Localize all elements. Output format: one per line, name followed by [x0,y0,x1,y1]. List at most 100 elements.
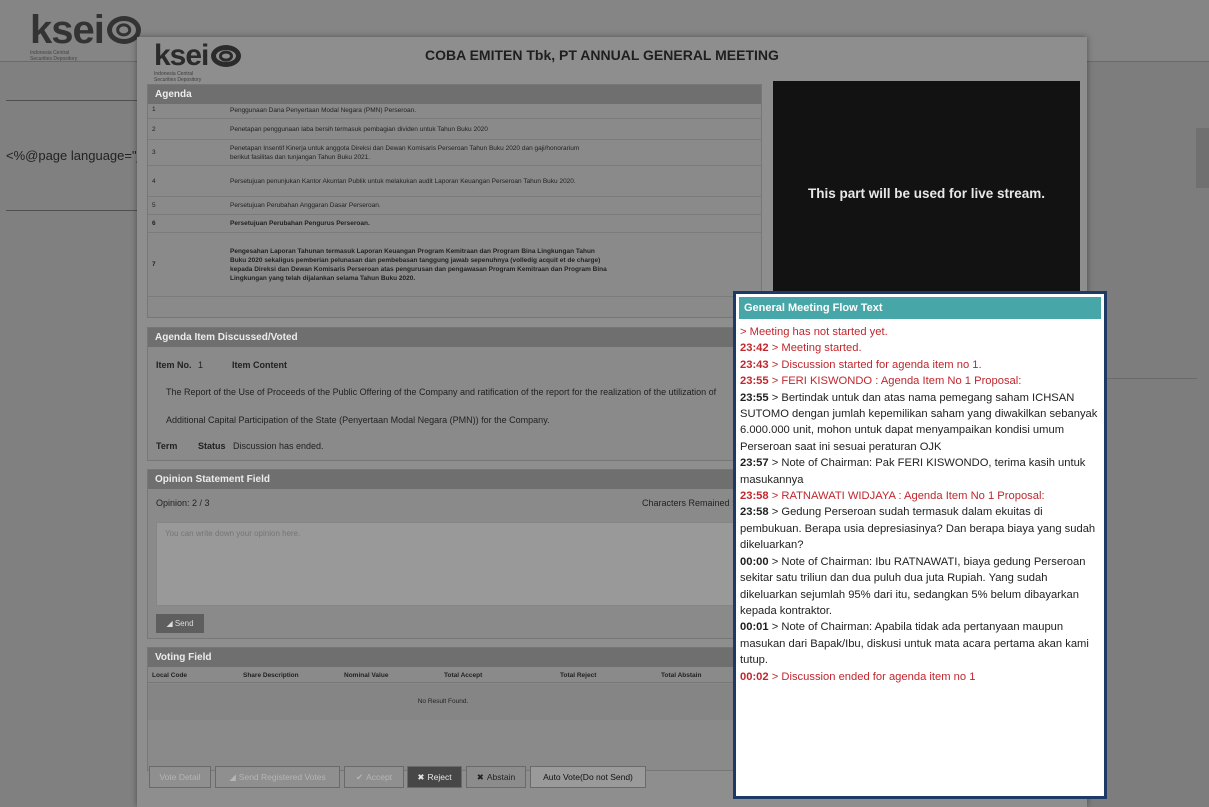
agenda-panel[interactable]: Agenda 1 Penggunaan Dana Penyertaan Moda… [147,84,762,318]
check-icon: ✔ [355,771,364,782]
send-icon: ◢ [229,771,236,782]
send-icon: ◢ [166,619,173,628]
column-header: Share Description [243,672,299,679]
flow-message: > Gedung Perseroan sudah termasuk dalam … [740,506,1096,552]
item-content-line-1: The Report of the Use of Proceeds of the… [166,387,717,397]
flow-timestamp: 00:01 [740,621,769,634]
term-label: Term [156,441,178,451]
agenda-row: 2 Penetapan penggunaan laba bersih terma… [148,119,761,140]
column-header: Local Code [152,672,188,679]
reject-label: Reject [427,772,452,782]
column-header: Total Reject [560,672,597,679]
live-stream-text: This part will be used for live stream. [807,186,1046,201]
agenda-number: 3 [152,149,156,156]
agenda-row: 4 Persetujuan penunjukan Kantor Akuntan … [148,166,761,197]
flow-timestamp: 23:55 [740,375,769,388]
column-header: Total Accept [444,672,483,679]
agenda-number: 5 [152,202,156,209]
item-no-value: 1 [198,360,204,370]
agenda-text: Persetujuan Perubahan Pengurus Perseroan… [230,220,370,227]
agenda-number: 7 [152,261,156,268]
background-divider [6,100,137,101]
flow-timestamp: 23:57 [740,457,769,470]
accept-button[interactable]: ✔ Accept [344,766,404,788]
auto-vote-label: Auto Vote(Do not Send) [543,772,633,782]
modal-logo-subtitle-2: Securities Depository [154,77,202,83]
background-code-text: <%@page language="ja [6,148,137,163]
agenda-number: 1 [152,105,156,113]
background-divider [6,210,137,211]
flow-timestamp: 23:58 [740,506,769,519]
flow-message: > FERI KISWONDO : Agenda Item No 1 Propo… [768,375,1022,388]
column-header: Nominal Value [344,672,389,679]
flow-line: 23:58 > RATNAWATI WIDJAYA : Agenda Item … [740,488,1100,504]
agenda-row: 5 Persetujuan Perubahan Anggaran Dasar P… [148,197,761,215]
item-content-label: Item Content [232,360,287,370]
flow-line: 23:55 > Bertindak untuk dan atas nama pe… [740,390,1100,456]
flow-line: 23:55 > FERI KISWONDO : Agenda Item No 1… [740,373,1100,389]
agenda-text: Pengesahan Laporan Tahunan termasuk Lapo… [230,247,607,282]
abstain-button[interactable]: ✖ Abstain [466,766,526,788]
flow-message: > Bertindak untuk dan atas nama pemegang… [740,391,1098,453]
send-label: Send [174,619,194,628]
flow-message: > Meeting started. [768,342,862,355]
opinion-input[interactable] [156,522,746,606]
background-logo: ksei Indonesia Central Securities Deposi… [30,10,141,62]
agenda-text: Penggunaan Dana Penyertaan Modal Negara … [230,107,417,114]
characters-remaining: Characters Remained : [642,498,735,508]
page-title: COBA EMITEN Tbk, PT ANNUAL GENERAL MEETI… [425,47,779,63]
flow-message: > Meeting has not started yet. [740,326,888,338]
flow-line: 00:00 > Note of Chairman: Ibu RATNAWATI,… [740,554,1100,620]
flow-timestamp: 23:43 [740,358,769,371]
flow-timestamp: 00:00 [740,555,769,568]
flow-header: General Meeting Flow Text [739,297,1101,319]
agenda-text: Persetujuan penunjukan Kantor Akuntan Pu… [230,177,576,185]
flow-message: > RATNAWATI WIDJAYA : Agenda Item No 1 P… [768,490,1045,503]
close-icon: ✖ [476,771,484,782]
agenda-number: 6 [152,220,156,227]
flow-text-list: > Meeting has not started yet. 23:42 > M… [736,322,1104,685]
flow-message: > Discussion started for agenda item no … [768,358,982,371]
background-scrollbar [1196,128,1209,188]
flow-message: > Discussion ended for agenda item no 1 [768,670,976,683]
flow-message: > Note of Chairman: Ibu RATNAWATI, biaya… [740,555,1086,617]
agenda-row: 3 Penetapan Insentif Kinerja untuk anggo… [148,140,761,166]
flow-line: 00:02 > Discussion ended for agenda item… [740,669,1100,685]
agenda-row: 7 Pengesahan Laporan Tahunan termasuk La… [148,233,761,297]
status-value: Discussion has ended. [233,441,324,451]
meeting-flow-panel[interactable]: General Meeting Flow Text > Meeting has … [733,291,1107,799]
status-label: Status [198,441,226,451]
flow-message: > Note of Chairman: Pak FERI KISWONDO, t… [740,457,1086,486]
agenda-text: Persetujuan Perubahan Anggaran Dasar Per… [230,202,381,209]
flow-line: > Meeting has not started yet. [740,324,1100,340]
flow-line: 23:43 > Discussion started for agenda it… [740,357,1100,373]
abstain-label: Abstain [486,772,516,782]
item-content-line-2: Additional Capital Participation of the … [166,415,550,425]
vote-detail-label: Vote Detail [159,772,201,782]
vote-detail-button[interactable]: Vote Detail [149,766,211,788]
flow-timestamp: 00:02 [740,670,769,683]
background-logo-text: ksei [30,8,105,52]
close-icon: ✖ [417,771,425,782]
send-registered-votes-button[interactable]: ◢ Send Registered Votes [215,766,340,788]
flow-line: 00:01 > Note of Chairman: Apabila tidak … [740,619,1100,668]
auto-vote-button[interactable]: Auto Vote(Do not Send) [530,766,646,788]
flow-line: 23:42 > Meeting started. [740,340,1100,356]
agenda-number: 4 [152,177,156,185]
send-opinion-button[interactable]: ◢ Send [156,614,204,633]
flow-timestamp: 23:58 [740,490,769,503]
modal-logo-text: ksei [154,39,209,72]
opinion-count: Opinion: 2 / 3 [156,498,210,508]
background-sidebar [0,62,137,807]
ksei-logo-icon [106,16,141,44]
live-stream-area[interactable]: This part will be used for live stream. [773,81,1080,302]
no-result-text: No Result Found. [417,698,469,705]
agenda-row: 1 Penggunaan Dana Penyertaan Modal Negar… [148,100,761,119]
column-header: Total Abstain [661,672,702,679]
send-registered-label: Send Registered Votes [238,772,326,782]
flow-timestamp: 23:55 [740,391,769,404]
flow-timestamp: 23:42 [740,342,769,355]
agenda-text: Penetapan Insentif Kinerja untuk anggota… [230,144,580,161]
flow-message: > Note of Chairman: Apabila tidak ada pe… [740,621,1089,667]
reject-button[interactable]: ✖ Reject [407,766,462,788]
